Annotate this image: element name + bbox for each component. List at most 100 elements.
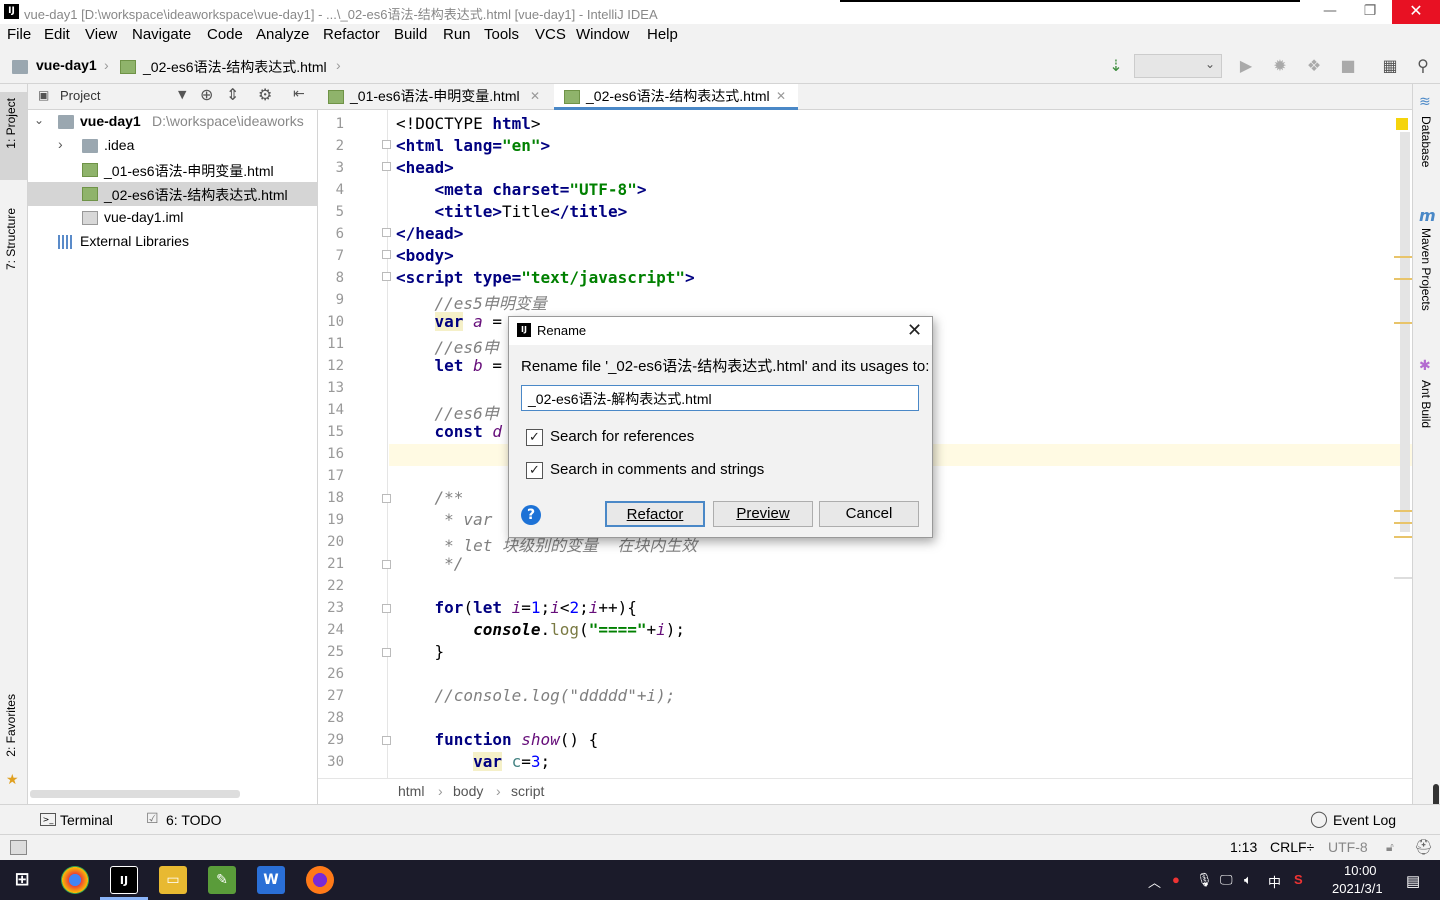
close-tab-icon[interactable]: ✕ xyxy=(776,84,786,109)
chevron-up-icon[interactable]: ︿ xyxy=(1148,872,1161,891)
preview-button[interactable]: Preview xyxy=(713,501,813,527)
file-encoding[interactable]: UTF-8 xyxy=(1328,839,1368,855)
todo-tab[interactable]: 6: TODO xyxy=(166,812,222,828)
marker[interactable] xyxy=(1394,510,1412,512)
run-icon[interactable]: ▶ xyxy=(1236,56,1256,76)
sogou-icon[interactable]: S xyxy=(1294,872,1303,887)
vertical-scrollbar[interactable] xyxy=(1400,132,1410,532)
menu-refactor[interactable]: Refactor xyxy=(323,26,380,43)
marker[interactable] xyxy=(1394,577,1412,579)
collapse-icon[interactable]: ⇕ xyxy=(226,85,239,104)
menu-tools[interactable]: Tools xyxy=(484,26,519,43)
caret-position[interactable]: 1:13 xyxy=(1230,839,1257,855)
menu-view[interactable]: View xyxy=(85,26,117,43)
fold-icon[interactable] xyxy=(382,494,391,503)
debug-icon[interactable]: ✹ xyxy=(1270,56,1290,76)
crumb-script[interactable]: script xyxy=(511,783,544,799)
fold-icon[interactable] xyxy=(382,272,391,281)
toggle-tool-windows-icon[interactable] xyxy=(10,840,27,855)
menu-edit[interactable]: Edit xyxy=(44,26,70,43)
notification-icon[interactable]: ▤ xyxy=(1406,872,1420,890)
menu-analyze[interactable]: Analyze xyxy=(256,26,309,43)
firefox-icon[interactable] xyxy=(306,866,334,894)
tree-item-idea[interactable]: › .idea xyxy=(28,134,318,158)
crumb-body[interactable]: body xyxy=(453,783,483,799)
notepad-icon[interactable]: ✎ xyxy=(208,866,236,894)
file-explorer-icon[interactable]: ▭ xyxy=(159,866,187,894)
menu-build[interactable]: Build xyxy=(394,26,427,43)
project-view-label[interactable]: Project xyxy=(60,88,100,103)
gear-icon[interactable]: ⚙ xyxy=(258,85,272,104)
fold-icon[interactable] xyxy=(382,250,391,259)
tab-file1[interactable]: _01-es6语法-申明变量.html ✕ xyxy=(318,84,550,110)
fold-icon[interactable] xyxy=(382,604,391,613)
rename-input[interactable]: _02-es6语法-解构表达式.html xyxy=(521,385,919,411)
event-log-tab[interactable]: Event Log xyxy=(1333,812,1396,828)
chevron-down-icon[interactable]: ⌄ xyxy=(34,113,44,127)
help-icon[interactable]: ? xyxy=(521,505,541,525)
minimize-button[interactable]: — xyxy=(1308,0,1352,24)
warning-marker-icon[interactable] xyxy=(1396,118,1408,130)
refactor-button[interactable]: Refactor xyxy=(605,501,705,527)
network-icon[interactable]: 🖵︎ xyxy=(1220,872,1233,888)
fold-icon[interactable] xyxy=(382,736,391,745)
tab-favorites[interactable]: 2: Favorites xyxy=(4,694,18,757)
marker[interactable] xyxy=(1394,522,1412,524)
volume-icon[interactable]: 🔈︎ xyxy=(1244,872,1252,888)
tree-item-libs[interactable]: External Libraries xyxy=(28,230,318,254)
fold-icon[interactable] xyxy=(382,228,391,237)
marker[interactable] xyxy=(1394,278,1412,280)
close-tab-icon[interactable]: ✕ xyxy=(530,84,540,109)
terminal-tab[interactable]: Terminal xyxy=(60,812,113,828)
marker[interactable] xyxy=(1394,322,1412,324)
microphone-icon[interactable]: 🎙︎ xyxy=(1196,872,1213,888)
tab-ant-build[interactable]: Ant Build xyxy=(1419,380,1433,428)
search-references-checkbox[interactable]: ✓ xyxy=(526,429,543,446)
crumb-html[interactable]: html xyxy=(398,783,424,799)
chrome-icon[interactable] xyxy=(61,866,89,894)
tab-maven[interactable]: Maven Projects xyxy=(1419,228,1433,311)
hide-icon[interactable]: ⇤ xyxy=(293,86,305,102)
tab-structure[interactable]: 7: Structure xyxy=(4,208,18,270)
restore-button[interactable]: ❐ xyxy=(1348,0,1392,24)
search-comments-label[interactable]: Search in comments and strings xyxy=(550,461,764,478)
ime-indicator[interactable]: 中 xyxy=(1268,872,1281,891)
project-structure-icon[interactable]: ▦ xyxy=(1380,56,1400,76)
fold-icon[interactable] xyxy=(382,648,391,657)
lock-icon[interactable]: 🔓︎ xyxy=(1386,840,1394,855)
fold-icon[interactable] xyxy=(382,140,391,149)
tree-item-file2[interactable]: _02-es6语法-结构表达式.html xyxy=(28,182,318,206)
chevron-down-icon[interactable]: ▼ xyxy=(178,88,186,101)
windows-start-icon[interactable]: ⊞ xyxy=(8,866,36,894)
sort-icon[interactable]: ⇣ xyxy=(1106,56,1126,76)
nav-file[interactable]: _02-es6语法-结构表达式.html xyxy=(143,57,327,77)
locate-icon[interactable]: ⊕ xyxy=(200,85,213,104)
menu-vcs[interactable]: VCS xyxy=(535,26,566,43)
close-button[interactable]: ✕ xyxy=(1392,0,1440,24)
clock-date[interactable]: 2021/3/1 xyxy=(1332,881,1383,896)
fold-icon[interactable] xyxy=(382,560,391,569)
search-icon[interactable]: ⚲ xyxy=(1413,56,1433,76)
marker[interactable] xyxy=(1394,256,1412,258)
tree-item-iml[interactable]: vue-day1.iml xyxy=(28,206,318,230)
inspector-icon[interactable]: ⛑︎ xyxy=(1414,838,1433,856)
cancel-button[interactable]: Cancel xyxy=(819,501,919,527)
stop-icon[interactable]: ■ xyxy=(1338,56,1358,76)
tab-database[interactable]: Database xyxy=(1419,116,1433,167)
menu-window[interactable]: Window xyxy=(576,26,629,43)
record-icon[interactable]: ● xyxy=(1172,872,1180,887)
intellij-taskbar-icon[interactable]: IJ xyxy=(110,866,138,894)
tree-item-root[interactable]: ⌄ vue-day1 D:\workspace\ideaworks xyxy=(28,110,318,134)
chevron-right-icon[interactable]: › xyxy=(58,136,63,152)
tab-project[interactable]: 1: Project xyxy=(4,98,18,149)
search-references-label[interactable]: Search for references xyxy=(550,428,694,445)
menu-file[interactable]: File xyxy=(7,26,31,43)
menu-code[interactable]: Code xyxy=(207,26,243,43)
menu-navigate[interactable]: Navigate xyxy=(132,26,191,43)
wps-icon[interactable]: W xyxy=(257,866,285,894)
marker[interactable] xyxy=(1394,536,1412,538)
clock-time[interactable]: 10:00 xyxy=(1344,863,1377,878)
tree-item-file1[interactable]: _01-es6语法-申明变量.html xyxy=(28,158,318,182)
fold-icon[interactable] xyxy=(382,162,391,171)
run-config-dropdown[interactable]: ⌄ xyxy=(1134,54,1222,78)
